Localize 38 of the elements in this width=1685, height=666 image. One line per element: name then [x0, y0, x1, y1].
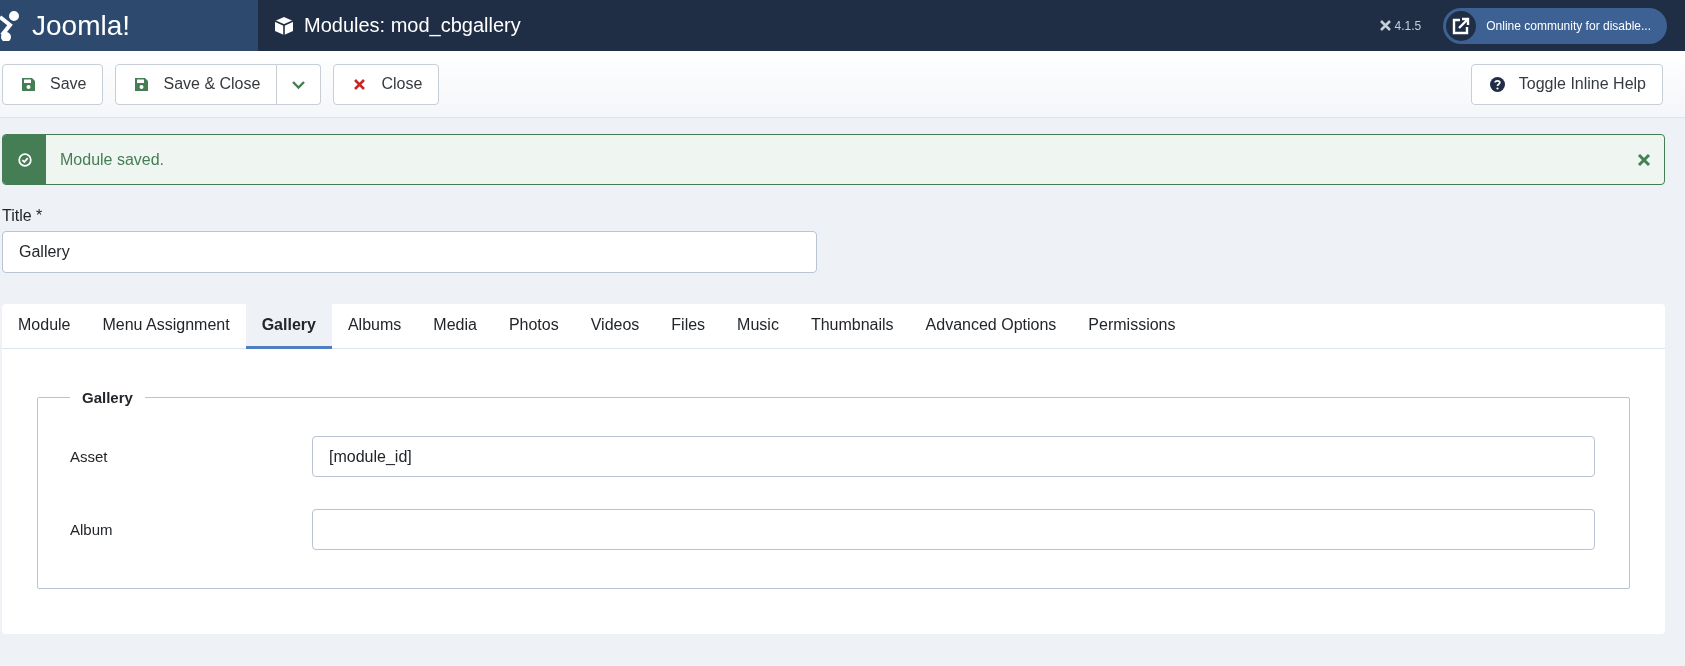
tab[interactable]: Albums: [331, 304, 418, 349]
field-label: Album: [70, 521, 114, 538]
tab[interactable]: Gallery: [245, 304, 332, 349]
tab[interactable]: Advanced Options: [909, 304, 1073, 349]
tab[interactable]: Module: [2, 304, 87, 349]
save-icon: [134, 76, 150, 92]
alert-message: Module saved.: [60, 150, 165, 169]
title-input[interactable]: Gallery: [2, 231, 817, 273]
close-icon: [1637, 152, 1651, 167]
site-link[interactable]: Online community for disable...: [1443, 7, 1667, 44]
field-label: Asset: [70, 448, 109, 465]
tab[interactable]: Menu Assignment: [86, 304, 246, 349]
cube-icon: [274, 15, 294, 36]
close-icon: [352, 76, 368, 92]
save-icon: [21, 76, 36, 92]
tab[interactable]: Media: [417, 304, 493, 349]
close-button[interactable]: Close: [333, 63, 440, 105]
page-title: Modules: mod_cbgallery: [304, 14, 521, 37]
version-text: 4.1.5: [1394, 18, 1422, 33]
fieldset-legend: Gallery: [70, 389, 145, 406]
tab[interactable]: Permissions: [1072, 304, 1192, 349]
dropdown-button[interactable]: [277, 63, 322, 105]
title-label: Title *: [2, 207, 43, 225]
logo-text: Joomla!: [32, 9, 131, 42]
tab[interactable]: Videos: [574, 304, 656, 349]
input-field[interactable]: [module_id]: [312, 436, 1595, 477]
tab[interactable]: Music: [721, 304, 795, 349]
save-close-button[interactable]: Save & Close: [115, 63, 278, 105]
save-button[interactable]: Save: [2, 63, 104, 105]
tab[interactable]: Files: [655, 304, 722, 349]
external-link-icon: [1452, 16, 1471, 35]
help-button[interactable]: Toggle Inline Help: [1470, 63, 1663, 105]
input-field[interactable]: [312, 509, 1595, 550]
logo[interactable]: Joomla!: [0, 0, 258, 51]
tab[interactable]: Thumbnails: [794, 304, 910, 349]
check-circle-icon: [17, 152, 32, 167]
tab[interactable]: Photos: [492, 304, 575, 349]
help-icon: [1489, 76, 1505, 92]
